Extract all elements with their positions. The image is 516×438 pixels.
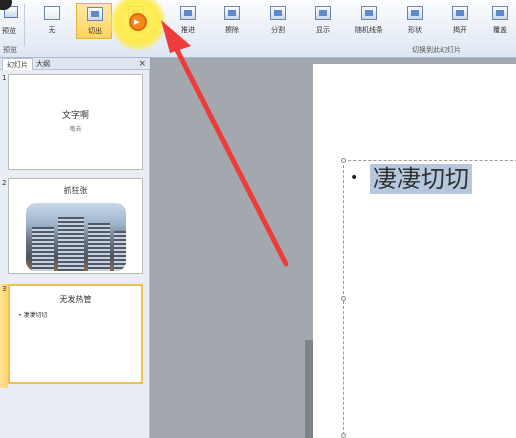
close-icon[interactable]: × [138, 58, 146, 70]
slide-number: 1 [2, 74, 7, 82]
slide-thumb-title: 无发热管 [59, 295, 92, 304]
transition-none-button[interactable]: 无 [34, 3, 70, 39]
ribbon-separator [24, 4, 25, 46]
transition-label: 无 [48, 26, 56, 34]
tab-slides[interactable]: 幻灯片 [2, 58, 33, 70]
transition-reveal-button[interactable]: 显示 [305, 3, 341, 39]
resize-handle[interactable] [341, 296, 346, 301]
transition-label: 切出 [88, 27, 102, 35]
cursor-icon: ▸ [134, 15, 140, 28]
slide-thumbnail-3[interactable]: 无发热管 • 凄凄切切 [8, 284, 143, 384]
transitions-ribbon: 无 切出 淡出 推进 擦除 分割 显示 随机线条 形状 揭开 覆盖 预览 切换到… [0, 0, 516, 58]
resize-handle[interactable] [341, 433, 346, 438]
slide-thumbnail-1[interactable]: 文字啊 哦去 [8, 74, 143, 170]
transition-label: 分割 [271, 26, 285, 34]
pane-tabs: 幻灯片 大纲 × [0, 58, 150, 70]
content-placeholder[interactable] [343, 160, 516, 438]
transition-cover-icon [492, 6, 508, 20]
tab-outline[interactable]: 大纲 [32, 58, 54, 70]
transition-label: 随机线条 [355, 26, 383, 34]
transition-none-icon [44, 6, 60, 20]
slide-thumbnail-2[interactable]: 抓狂张 [8, 178, 143, 274]
slides-pane: 幻灯片 大纲 × 1 文字啊 哦去 2 抓狂张 3 无发热管 • 凄凄切切 [0, 58, 150, 438]
bullet-marker: • [350, 170, 359, 186]
building-photo [26, 203, 126, 271]
canvas-shadow [305, 340, 313, 438]
transition-random-bars-button[interactable]: 随机线条 [351, 3, 387, 39]
transition-reveal-icon [315, 6, 331, 20]
slide-thumb-title: 抓狂张 [63, 186, 88, 195]
transition-label: 覆盖 [493, 26, 507, 34]
transition-wipe-button[interactable]: 擦除 [214, 3, 250, 39]
slide-number: 3 [2, 285, 7, 293]
transition-label: 显示 [316, 26, 330, 34]
resize-handle[interactable] [341, 158, 346, 163]
transition-random-bars-icon [361, 6, 377, 20]
preview-label: 预览 [2, 27, 16, 35]
transition-cover-button[interactable]: 覆盖 [482, 3, 516, 39]
transition-group-label: 切换到此幻灯片 [412, 46, 461, 54]
transition-label: 擦除 [225, 26, 239, 34]
transition-label: 推进 [181, 26, 195, 34]
transition-shape-button[interactable]: 形状 [397, 3, 433, 39]
transition-cut-icon [87, 7, 103, 21]
transition-shape-icon [407, 6, 423, 20]
active-slide-indicator [0, 284, 8, 388]
transition-wipe-icon [224, 6, 240, 20]
transition-split-button[interactable]: 分割 [260, 3, 296, 39]
transition-push-button[interactable]: 推进 [170, 3, 206, 39]
transition-label: 揭开 [453, 26, 467, 34]
slide-thumb-title: 文字啊 [61, 111, 89, 121]
slide-number: 2 [2, 179, 7, 187]
selected-text[interactable]: 凄凄切切 [370, 164, 472, 194]
transition-cut-button[interactable]: 切出 [76, 3, 112, 39]
transition-uncover-button[interactable]: 揭开 [442, 3, 478, 39]
preview-group-label: 预览 [3, 46, 17, 54]
transition-label: 形状 [408, 26, 422, 34]
slide-thumb-bullet: • 凄凄切切 [18, 312, 48, 319]
transition-split-icon [270, 6, 286, 20]
slide-thumb-subtitle: 哦去 [69, 126, 82, 133]
transition-push-icon [180, 6, 196, 20]
transition-uncover-icon [452, 6, 468, 20]
